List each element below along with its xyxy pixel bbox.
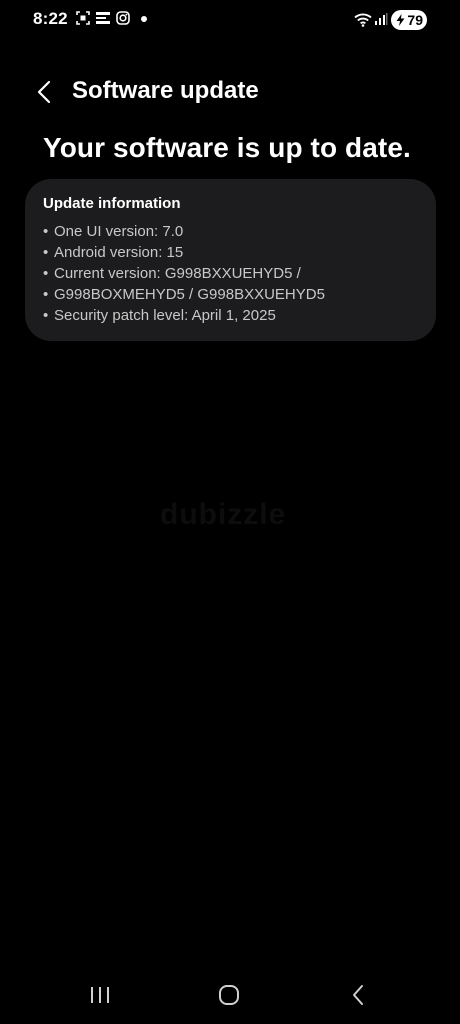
navigation-bar <box>0 968 460 1024</box>
page-title: Software update <box>72 77 259 104</box>
chevron-left-icon <box>37 80 51 104</box>
recent-apps-button[interactable] <box>80 980 120 1010</box>
back-button[interactable] <box>26 72 62 112</box>
update-information-title: Update information <box>43 195 181 212</box>
notification-app-icon <box>96 12 110 24</box>
battery-icon: 79 <box>391 10 427 30</box>
watermark: dubizzle <box>160 498 287 531</box>
current-version: Current version: G998BXXUEHYD5 / <box>43 263 418 284</box>
instagram-icon <box>116 11 130 25</box>
nav-back-button[interactable] <box>338 980 378 1010</box>
status-time: 8:22 <box>33 9 68 28</box>
current-version-continued: G998BOXMEHYD5 / G998BXXUEHYD5 <box>43 284 418 305</box>
back-icon <box>353 985 363 1005</box>
one-ui-version: One UI version: 7.0 <box>43 221 418 242</box>
signal-icon <box>375 13 388 25</box>
update-information-list: One UI version: 7.0 Android version: 15 … <box>43 221 418 326</box>
status-bar: 8:22 79 <box>0 0 460 40</box>
app-header: Software update <box>0 70 460 114</box>
update-status-headline: Your software is up to date. <box>43 132 411 163</box>
android-version: Android version: 15 <box>43 242 418 263</box>
update-information-card: Update information One UI version: 7.0 A… <box>25 179 436 341</box>
charging-bolt-icon <box>396 14 405 26</box>
home-button[interactable] <box>209 980 249 1010</box>
security-patch-level: Security patch level: April 1, 2025 <box>43 305 418 326</box>
battery-level: 79 <box>407 12 423 28</box>
wifi-icon <box>354 13 372 27</box>
home-icon <box>219 985 239 1005</box>
notification-dot <box>141 16 147 22</box>
recent-apps-icon <box>91 987 109 1003</box>
screenshot-icon <box>76 11 90 25</box>
